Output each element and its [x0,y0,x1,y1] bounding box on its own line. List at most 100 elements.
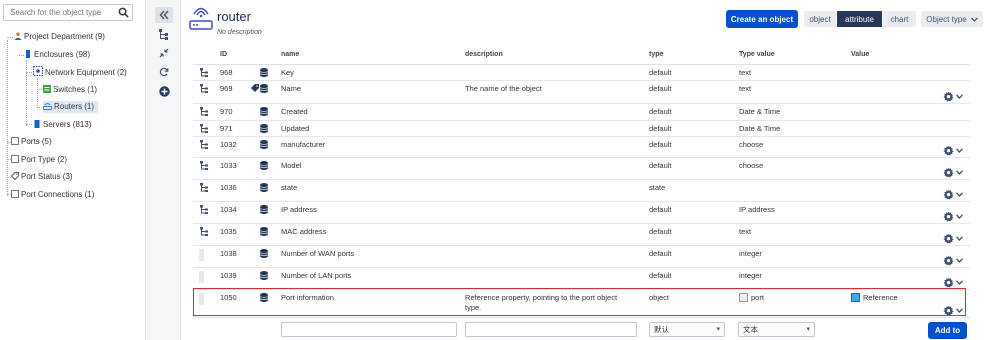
new-attribute-description-input[interactable] [465,322,637,337]
tree-item-port-status[interactable]: Port Status (3) [11,171,73,183]
tree-item-servers[interactable]: Servers (813) [33,119,91,131]
table-row[interactable]: 1034 IP address default IP address [193,202,970,224]
collapse-sidebar-button[interactable] [155,7,173,23]
new-attribute-type-value-select[interactable]: 文本 ▾ [738,322,815,337]
drag-handle[interactable] [199,271,204,283]
refresh-button[interactable] [155,64,173,80]
create-object-button[interactable]: Create an object [726,10,798,28]
cell-type-value: integer [739,271,762,280]
column-header-id: ID [220,51,227,58]
hierarchy-icon [159,28,168,40]
row-settings-button[interactable] [943,188,965,200]
page-subtitle: No description [217,29,262,36]
cell-type: default [649,107,672,116]
hierarchy-icon [200,227,208,236]
cell-id: 1039 [220,271,237,280]
cell-name: Model [281,161,302,170]
tab-object[interactable]: object [804,11,836,27]
row-settings-button[interactable] [943,90,965,102]
port-icon [11,190,19,198]
tree-item-routers[interactable]: Routers (1) [43,101,99,113]
table-row[interactable]: 1038 Number of WAN ports default integer [193,246,970,268]
chevron-down-icon [970,16,978,22]
new-attribute-name-input[interactable] [281,322,457,337]
gear-icon [943,188,954,200]
row-settings-button[interactable] [943,144,965,156]
database-icon [260,124,268,133]
table-row[interactable]: 1032 manufacturer default choose [193,137,970,158]
database-icon [260,140,268,149]
row-settings-button[interactable] [943,166,965,178]
type-value-select-value: 文本 [743,325,758,334]
gear-icon [943,144,954,156]
chevron-down-icon [956,213,963,219]
cell-id: 1032 [220,140,237,149]
chevron-down-icon [956,147,963,153]
add-attribute-button[interactable]: Add to [928,322,967,339]
tree-item-project-department[interactable]: Project Department (9) [14,31,105,43]
table-row[interactable]: 968 Key default text [193,65,970,81]
table-row[interactable]: 1035 MAC address default text [193,224,970,246]
search-box[interactable] [3,4,133,21]
search-icon[interactable] [118,7,129,18]
object-type-sidebar: Project Department (9) Enclosures (98) N… [0,0,146,340]
table-row[interactable]: 971 Updated default Date & Time [193,121,970,137]
object-type-dropdown[interactable]: Object type [921,11,983,27]
cell-id: 968 [220,68,233,77]
gear-icon [943,90,954,102]
database-icon [260,249,268,258]
chevron-down-icon [956,257,963,263]
cell-description: The name of the object [465,84,542,93]
cell-type: default [649,84,672,93]
tree-item-label: Switches (1) [53,85,98,94]
tree-item-network-equipment[interactable]: Network Equipment (2) [33,66,127,78]
cell-name: Updated [281,124,310,133]
tree-item-label: Project Department (9) [24,32,105,41]
search-input[interactable] [4,5,114,20]
tree-item-switches[interactable]: Switches (1) [43,84,97,96]
add-type-button[interactable] [155,83,173,99]
cell-type: default [649,68,672,77]
tree-item-label: Servers (813) [43,120,92,129]
page-title: router [217,9,251,24]
tree-item-port-type[interactable]: Port Type (2) [11,154,67,166]
cell-type: state [649,183,666,192]
table-row[interactable]: 1039 Number of LAN ports default integer [193,268,970,290]
tab-chart[interactable]: chart [883,11,916,27]
column-header-type-value: Type value [739,51,775,58]
cell-id: 1036 [220,183,237,192]
tool-column [147,0,181,340]
table-row[interactable]: 1033 Model default choose [193,158,970,180]
table-row[interactable]: 970 Created default Date & Time [193,104,970,121]
drag-handle[interactable] [199,249,204,261]
database-icon [260,271,268,280]
tag-icon [11,172,19,180]
cell-id: 971 [220,124,233,133]
hierarchy-icon [200,107,208,116]
server-icon [34,120,40,128]
table-row[interactable]: 1036 state state [193,180,970,202]
network-icon [33,66,43,76]
router-icon [43,103,52,110]
collapse-all-button[interactable] [155,45,173,61]
row-settings-button[interactable] [943,232,965,244]
tree-item-enclosures[interactable]: Enclosures (98) [24,49,90,61]
tree-item-port-connections[interactable]: Port Connections (1) [11,189,94,201]
table-row[interactable]: 969 Name The name of the object default text [193,81,970,104]
tab-attribute[interactable]: attribute [837,11,882,27]
row-settings-button[interactable] [943,254,965,266]
cell-name: Name [281,84,302,93]
new-attribute-type-select[interactable]: 默认 ▾ [649,322,725,337]
cell-name: state [281,183,298,192]
column-header-type: type [649,51,664,58]
cell-type-value: text [739,84,752,93]
cell-name: IP address [281,205,317,214]
chevron-down-icon: ▾ [716,326,720,333]
tree-item-ports[interactable]: Ports (5) [11,136,52,148]
row-settings-button[interactable] [943,210,965,222]
hierarchy-button[interactable] [155,26,173,42]
cell-type-value: text [739,68,752,77]
cell-id: 970 [220,107,233,116]
cell-type-value: IP address [739,205,775,214]
row-settings-button[interactable] [943,276,965,288]
